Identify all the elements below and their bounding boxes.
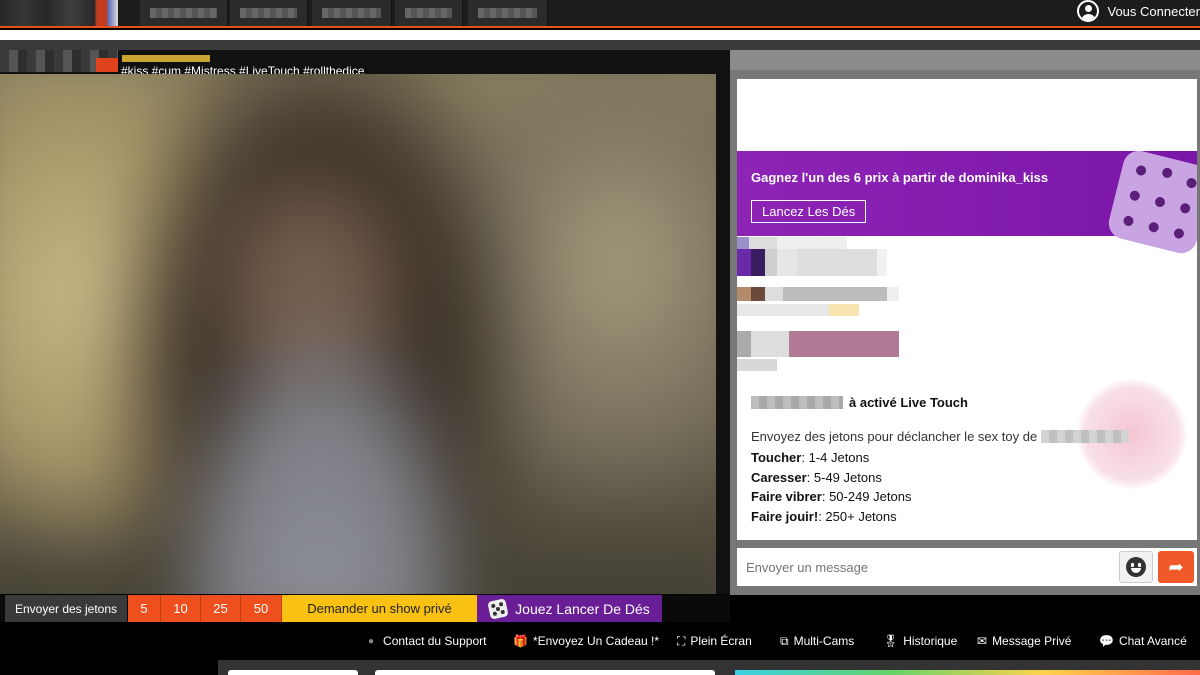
dice-promo-banner: Gagnez l'un des 6 prix à partir de domin… [737, 147, 1197, 257]
model-badge [122, 55, 210, 62]
message-bar: ➦ [737, 548, 1197, 586]
envelope-icon: ✉ [977, 634, 988, 648]
multicam-icon: ⧉ [780, 633, 789, 648]
bottom-tab-1[interactable] [228, 670, 358, 675]
pixelated-chat-line [737, 331, 899, 357]
history-label: Historique [903, 634, 958, 648]
pixelated-username [751, 396, 843, 409]
private-message-label: Message Privé [992, 634, 1072, 648]
private-message-button[interactable]: ✉ Message Privé [977, 633, 1071, 649]
nav-tab-4[interactable] [395, 0, 463, 26]
nav-tab-5[interactable] [468, 0, 548, 26]
user-circle-icon [1077, 0, 1100, 22]
chat-messages[interactable]: Gagnez l'un des 6 prix à partir de domin… [737, 79, 1197, 540]
advanced-chat-label: Chat Avancé [1118, 634, 1187, 648]
model-name-pixelated[interactable] [0, 50, 118, 72]
tip-level: Faire jouir!: 250+ Jetons [751, 508, 897, 524]
tip-50-button[interactable]: 50 [241, 595, 282, 622]
live-touch-line: à activé Live Touch [751, 395, 968, 410]
pixelated-chat-line [737, 359, 777, 371]
contact-support-button[interactable]: ● Contact du Support [368, 633, 486, 649]
medal-icon: 🎖 [883, 634, 899, 648]
arrow-send-icon: ➦ [1168, 556, 1184, 577]
pixelated-chat-line [737, 249, 887, 276]
private-show-button[interactable]: Demander un show privé [282, 595, 477, 622]
nav-tab-3[interactable] [312, 0, 392, 26]
multicam-label: Multi-Cams [793, 634, 855, 648]
tip-5-button[interactable]: 5 [128, 595, 161, 622]
video-player[interactable] [0, 74, 716, 594]
contact-support-label: Contact du Support [383, 634, 487, 648]
live-touch-text: à activé Live Touch [849, 395, 968, 410]
dot-icon: ● [368, 635, 375, 647]
send-tokens-label: Envoyer des jetons [5, 595, 127, 622]
tip-level: Toucher: 1-4 Jetons [751, 450, 870, 465]
pixelated-chat-line [737, 287, 899, 301]
play-dice-button[interactable]: Jouez Lancer De Dés [477, 595, 662, 622]
login-label: Vous Connecter [1107, 3, 1200, 19]
tip-levels-list: Toucher: 1-4 Jetons Caresser: 5-49 Jeton… [751, 448, 911, 526]
smiley-icon [1126, 557, 1146, 577]
grey-band [0, 40, 1200, 50]
tip-25-button[interactable]: 25 [201, 595, 241, 622]
tip-level: Caresser: 5-49 Jetons [751, 469, 882, 485]
roll-dice-button[interactable]: Lancez Les Dés [751, 200, 867, 223]
fullscreen-icon: ⛶ [677, 633, 686, 648]
site-logo[interactable] [0, 0, 118, 26]
chat-bubble-icon: 💬 [1099, 634, 1114, 648]
live-touch-description: Envoyez des jetons pour déclancher le se… [751, 429, 1130, 444]
fullscreen-label: Plein Écran [690, 634, 752, 648]
tip-10-button[interactable]: 10 [161, 595, 201, 622]
nav-tab-2[interactable] [230, 0, 308, 26]
fullscreen-button[interactable]: ⛶ Plein Écran [677, 633, 752, 649]
color-strip [735, 670, 1200, 675]
login-button[interactable]: Vous Connecter [1077, 0, 1200, 22]
message-input[interactable] [737, 548, 1117, 586]
pixelated-chat-line [737, 304, 859, 316]
description-text: Envoyez des jetons pour déclancher le se… [751, 429, 1038, 444]
send-gift-button[interactable]: 🎁 *Envoyez Un Cadeau !* [513, 633, 659, 649]
dice-illustration-icon [1105, 147, 1197, 257]
bottom-tab-2[interactable] [375, 670, 715, 675]
send-gift-label: *Envoyez Un Cadeau !* [532, 634, 660, 648]
gift-icon: 🎁 [513, 634, 528, 648]
nav-tab-1[interactable] [140, 0, 228, 26]
multicam-button[interactable]: ⧉ Multi-Cams [780, 633, 854, 649]
send-button[interactable]: ➦ [1158, 551, 1194, 583]
pixelated-chat-line [737, 237, 847, 249]
dice-icon [487, 597, 509, 620]
promo-text: Gagnez l'un des 6 prix à partir de domin… [751, 170, 1049, 185]
chat-panel-header [730, 50, 1200, 70]
sub-header-strip [0, 30, 1200, 40]
emoji-button[interactable] [1119, 551, 1153, 583]
pixelated-model-name [1041, 430, 1130, 443]
advanced-chat-button[interactable]: 💬 Chat Avancé [1099, 633, 1187, 649]
tip-level: Faire vibrer: 50-249 Jetons [751, 489, 912, 504]
history-button[interactable]: 🎖 Historique [883, 633, 957, 649]
play-dice-label: Jouez Lancer De Dés [515, 600, 650, 617]
stream-divider [716, 50, 730, 594]
